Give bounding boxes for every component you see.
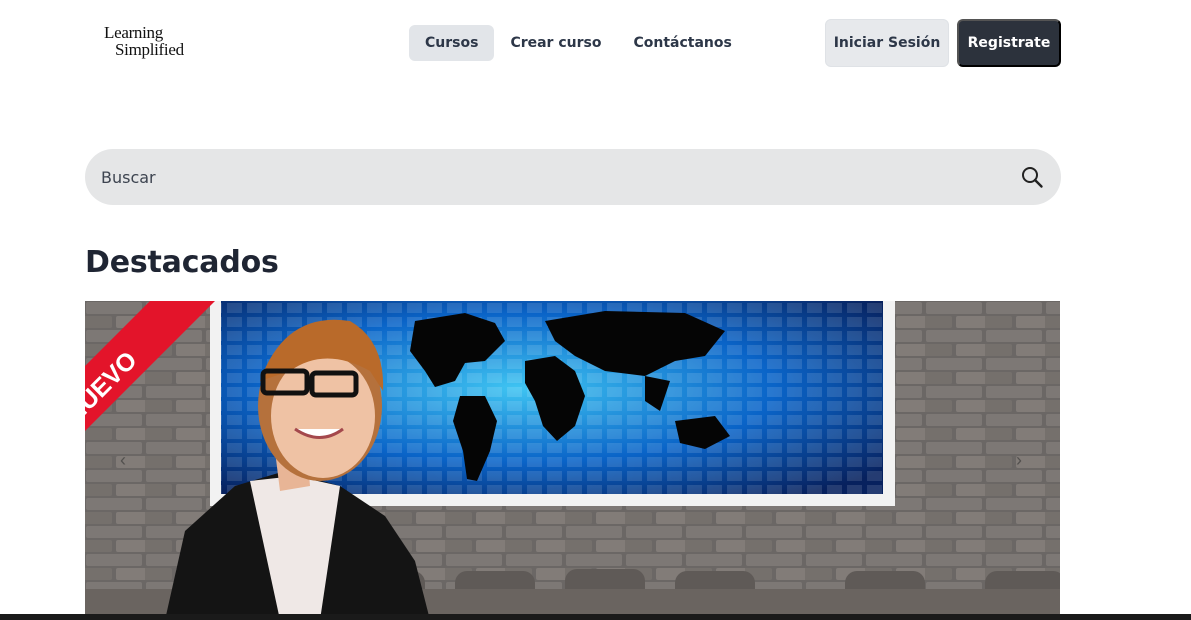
nav-item-contactanos[interactable]: Contáctanos <box>617 25 747 61</box>
featured-slide-image: NUEVO <box>85 301 1060 620</box>
chevron-right-icon[interactable]: › <box>1016 450 1022 471</box>
brand-line-2: Simplified <box>115 40 184 59</box>
chevron-left-icon[interactable]: ‹ <box>120 450 126 471</box>
section-title-destacados: Destacados <box>85 245 279 280</box>
os-taskbar <box>0 614 1191 620</box>
featured-carousel[interactable]: NUEVO <box>85 301 1060 620</box>
nav-item-crear-curso[interactable]: Crear curso <box>494 25 617 61</box>
search-bar <box>85 149 1061 205</box>
search-icon[interactable] <box>1019 164 1045 190</box>
brand-logo[interactable]: Learning Simplified <box>104 24 184 58</box>
login-button[interactable]: Iniciar Sesión <box>825 19 949 67</box>
search-input[interactable] <box>101 167 1019 187</box>
main-nav: Cursos Crear curso Contáctanos <box>409 25 748 61</box>
nav-item-cursos[interactable]: Cursos <box>409 25 495 61</box>
brand-line-1: Learning <box>104 23 163 42</box>
register-button[interactable]: Registrate <box>957 19 1061 67</box>
